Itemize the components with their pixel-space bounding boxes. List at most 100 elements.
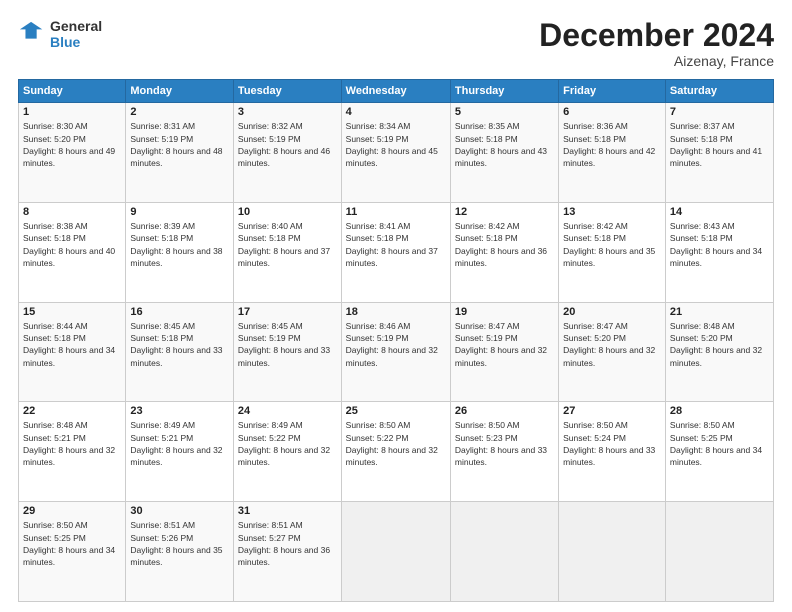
calendar-cell: 31 Sunrise: 8:51 AMSunset: 5:27 PMDayligh…	[233, 502, 341, 602]
day-detail: Sunrise: 8:39 AMSunset: 5:18 PMDaylight:…	[130, 220, 229, 269]
day-number: 2	[130, 106, 229, 118]
day-number: 31	[238, 505, 337, 517]
title-block: December 2024 Aizenay, France	[539, 18, 774, 69]
day-number: 7	[670, 106, 769, 118]
day-detail: Sunrise: 8:38 AMSunset: 5:18 PMDaylight:…	[23, 220, 121, 269]
calendar-cell: 24 Sunrise: 8:49 AMSunset: 5:22 PMDayligh…	[233, 402, 341, 502]
day-number: 10	[238, 206, 337, 218]
calendar-cell: 16 Sunrise: 8:45 AMSunset: 5:18 PMDayligh…	[126, 302, 234, 402]
day-number: 1	[23, 106, 121, 118]
header-wednesday: Wednesday	[341, 80, 450, 103]
header: General Blue December 2024 Aizenay, Fran…	[18, 18, 774, 69]
week-row-4: 22 Sunrise: 8:48 AMSunset: 5:21 PMDayligh…	[19, 402, 774, 502]
day-detail: Sunrise: 8:51 AMSunset: 5:26 PMDaylight:…	[130, 519, 229, 568]
day-detail: Sunrise: 8:50 AMSunset: 5:25 PMDaylight:…	[670, 419, 769, 468]
page: General Blue December 2024 Aizenay, Fran…	[0, 0, 792, 612]
day-number: 3	[238, 106, 337, 118]
calendar-cell: 10 Sunrise: 8:40 AMSunset: 5:18 PMDayligh…	[233, 202, 341, 302]
day-detail: Sunrise: 8:31 AMSunset: 5:19 PMDaylight:…	[130, 120, 229, 169]
day-detail: Sunrise: 8:45 AMSunset: 5:19 PMDaylight:…	[238, 320, 337, 369]
day-number: 19	[455, 306, 554, 318]
day-number: 29	[23, 505, 121, 517]
calendar-cell: 29 Sunrise: 8:50 AMSunset: 5:25 PMDayligh…	[19, 502, 126, 602]
day-detail: Sunrise: 8:48 AMSunset: 5:20 PMDaylight:…	[670, 320, 769, 369]
day-number: 27	[563, 405, 661, 417]
day-detail: Sunrise: 8:30 AMSunset: 5:20 PMDaylight:…	[23, 120, 121, 169]
header-monday: Monday	[126, 80, 234, 103]
day-detail: Sunrise: 8:41 AMSunset: 5:18 PMDaylight:…	[346, 220, 446, 269]
calendar-cell: 13 Sunrise: 8:42 AMSunset: 5:18 PMDayligh…	[559, 202, 666, 302]
header-sunday: Sunday	[19, 80, 126, 103]
day-number: 25	[346, 405, 446, 417]
location: Aizenay, France	[539, 53, 774, 69]
calendar-cell: 30 Sunrise: 8:51 AMSunset: 5:26 PMDayligh…	[126, 502, 234, 602]
day-detail: Sunrise: 8:47 AMSunset: 5:20 PMDaylight:…	[563, 320, 661, 369]
calendar-cell: 22 Sunrise: 8:48 AMSunset: 5:21 PMDayligh…	[19, 402, 126, 502]
calendar-cell: 18Sunrise: 8:46 AMSunset: 5:19 PMDayligh…	[341, 302, 450, 402]
calendar-cell: 23Sunrise: 8:49 AMSunset: 5:21 PMDayligh…	[126, 402, 234, 502]
calendar-cell: 26 Sunrise: 8:50 AMSunset: 5:23 PMDayligh…	[450, 402, 558, 502]
calendar-cell: 11 Sunrise: 8:41 AMSunset: 5:18 PMDayligh…	[341, 202, 450, 302]
calendar-cell: 6 Sunrise: 8:36 AMSunset: 5:18 PMDaylight…	[559, 103, 666, 203]
logo: General Blue	[18, 18, 102, 50]
day-number: 26	[455, 405, 554, 417]
logo-icon	[18, 20, 46, 48]
day-detail: Sunrise: 8:36 AMSunset: 5:18 PMDaylight:…	[563, 120, 661, 169]
day-detail: Sunrise: 8:44 AMSunset: 5:18 PMDaylight:…	[23, 320, 121, 369]
day-number: 4	[346, 106, 446, 118]
day-detail: Sunrise: 8:49 AMSunset: 5:21 PMDaylight:…	[130, 419, 229, 468]
day-number: 30	[130, 505, 229, 517]
calendar-cell: 9 Sunrise: 8:39 AMSunset: 5:18 PMDaylight…	[126, 202, 234, 302]
week-row-3: 15Sunrise: 8:44 AMSunset: 5:18 PMDayligh…	[19, 302, 774, 402]
calendar-cell: 21 Sunrise: 8:48 AMSunset: 5:20 PMDayligh…	[665, 302, 773, 402]
day-detail: Sunrise: 8:51 AMSunset: 5:27 PMDaylight:…	[238, 519, 337, 568]
calendar-cell: 7Sunrise: 8:37 AMSunset: 5:18 PMDaylight…	[665, 103, 773, 203]
day-number: 14	[670, 206, 769, 218]
day-number: 9	[130, 206, 229, 218]
day-detail: Sunrise: 8:49 AMSunset: 5:22 PMDaylight:…	[238, 419, 337, 468]
header-friday: Friday	[559, 80, 666, 103]
day-number: 21	[670, 306, 769, 318]
day-detail: Sunrise: 8:48 AMSunset: 5:21 PMDaylight:…	[23, 419, 121, 468]
day-number: 6	[563, 106, 661, 118]
day-detail: Sunrise: 8:34 AMSunset: 5:19 PMDaylight:…	[346, 120, 446, 169]
day-number: 12	[455, 206, 554, 218]
day-detail: Sunrise: 8:50 AMSunset: 5:24 PMDaylight:…	[563, 419, 661, 468]
calendar-cell	[341, 502, 450, 602]
day-number: 17	[238, 306, 337, 318]
week-row-2: 8 Sunrise: 8:38 AMSunset: 5:18 PMDaylight…	[19, 202, 774, 302]
calendar-cell: 4 Sunrise: 8:34 AMSunset: 5:19 PMDaylight…	[341, 103, 450, 203]
calendar-header-row: SundayMondayTuesdayWednesdayThursdayFrid…	[19, 80, 774, 103]
calendar-cell: 3Sunrise: 8:32 AMSunset: 5:19 PMDaylight…	[233, 103, 341, 203]
day-number: 8	[23, 206, 121, 218]
day-number: 24	[238, 405, 337, 417]
day-number: 22	[23, 405, 121, 417]
calendar-cell: 19 Sunrise: 8:47 AMSunset: 5:19 PMDayligh…	[450, 302, 558, 402]
day-detail: Sunrise: 8:46 AMSunset: 5:19 PMDaylight:…	[346, 320, 446, 369]
month-title: December 2024	[539, 18, 774, 53]
day-detail: Sunrise: 8:43 AMSunset: 5:18 PMDaylight:…	[670, 220, 769, 269]
day-number: 20	[563, 306, 661, 318]
logo-text: General Blue	[50, 18, 102, 50]
calendar-table: SundayMondayTuesdayWednesdayThursdayFrid…	[18, 79, 774, 602]
day-detail: Sunrise: 8:40 AMSunset: 5:18 PMDaylight:…	[238, 220, 337, 269]
day-number: 11	[346, 206, 446, 218]
week-row-1: 1 Sunrise: 8:30 AMSunset: 5:20 PMDaylight…	[19, 103, 774, 203]
calendar-cell: 25Sunrise: 8:50 AMSunset: 5:22 PMDayligh…	[341, 402, 450, 502]
calendar-cell: 12 Sunrise: 8:42 AMSunset: 5:18 PMDayligh…	[450, 202, 558, 302]
day-detail: Sunrise: 8:50 AMSunset: 5:23 PMDaylight:…	[455, 419, 554, 468]
calendar-cell: 1 Sunrise: 8:30 AMSunset: 5:20 PMDaylight…	[19, 103, 126, 203]
calendar-cell: 20 Sunrise: 8:47 AMSunset: 5:20 PMDayligh…	[559, 302, 666, 402]
day-number: 16	[130, 306, 229, 318]
header-saturday: Saturday	[665, 80, 773, 103]
calendar-cell	[450, 502, 558, 602]
day-detail: Sunrise: 8:50 AMSunset: 5:25 PMDaylight:…	[23, 519, 121, 568]
day-number: 28	[670, 405, 769, 417]
calendar-cell: 5Sunrise: 8:35 AMSunset: 5:18 PMDaylight…	[450, 103, 558, 203]
day-detail: Sunrise: 8:47 AMSunset: 5:19 PMDaylight:…	[455, 320, 554, 369]
day-number: 13	[563, 206, 661, 218]
day-detail: Sunrise: 8:45 AMSunset: 5:18 PMDaylight:…	[130, 320, 229, 369]
day-detail: Sunrise: 8:42 AMSunset: 5:18 PMDaylight:…	[563, 220, 661, 269]
day-number: 5	[455, 106, 554, 118]
day-detail: Sunrise: 8:42 AMSunset: 5:18 PMDaylight:…	[455, 220, 554, 269]
